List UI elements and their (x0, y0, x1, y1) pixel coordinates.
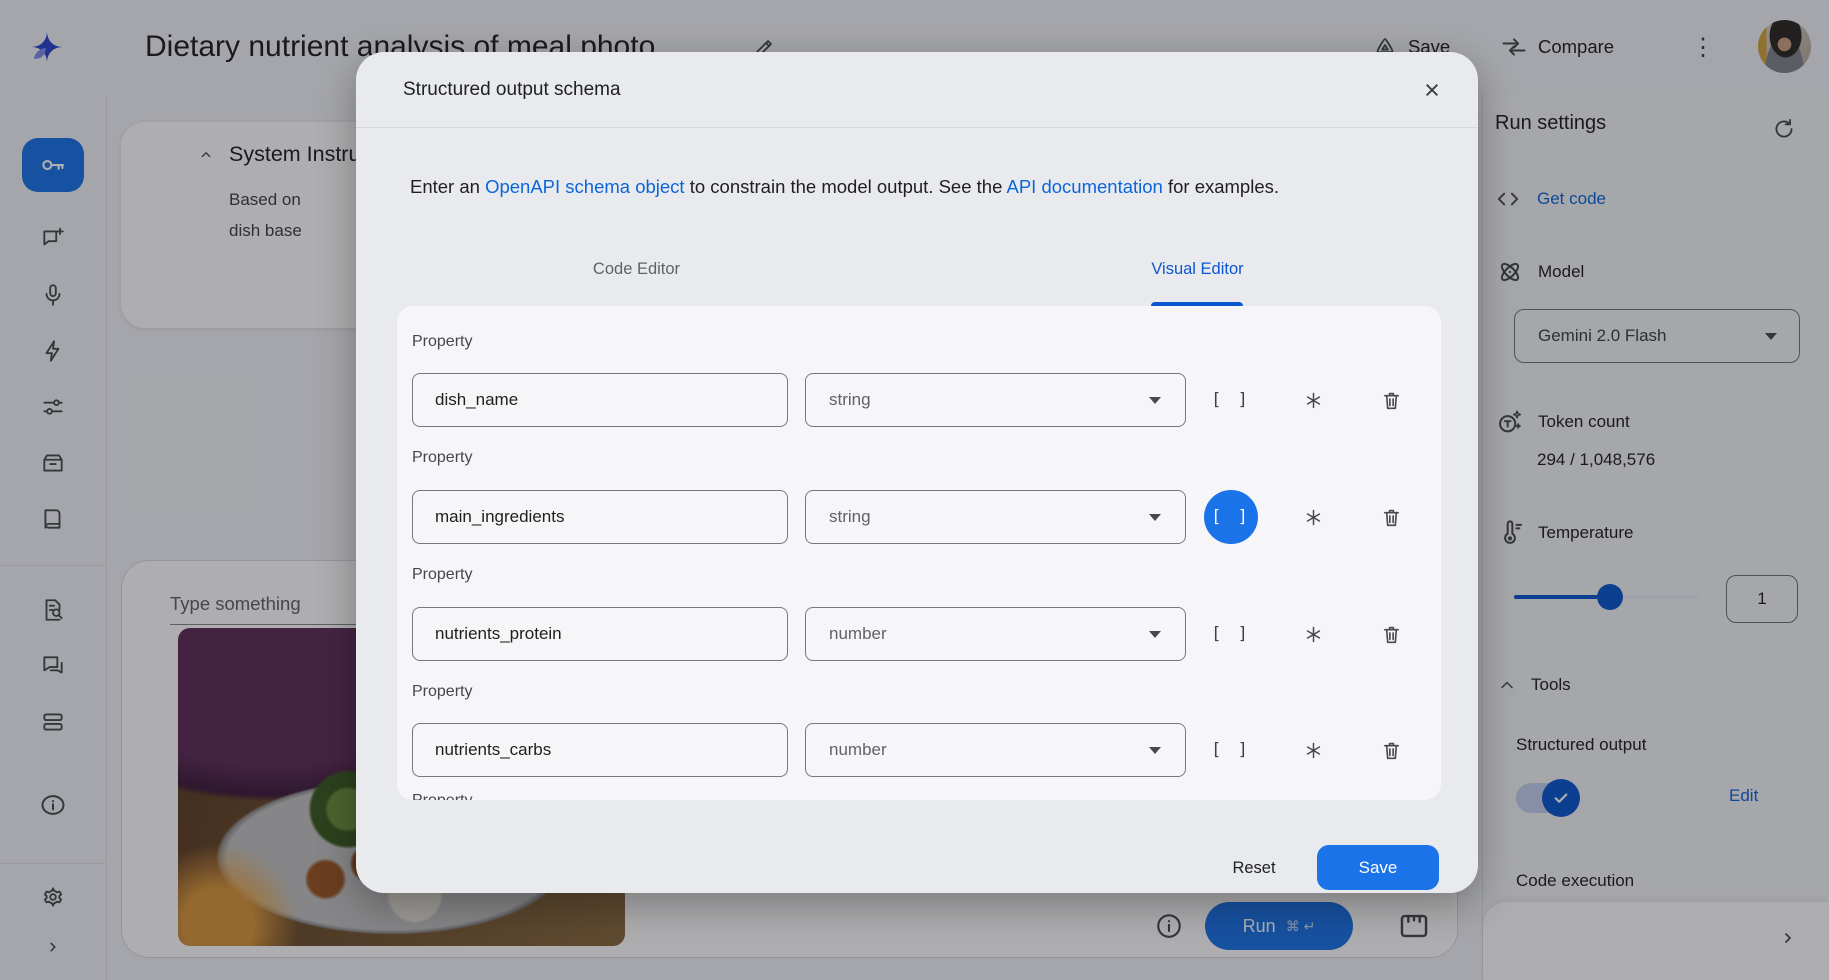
chevron-down-icon (1149, 514, 1161, 521)
property-type-select[interactable]: number (805, 607, 1186, 661)
chevron-down-icon (1149, 397, 1161, 404)
brackets-icon: [ ] (1211, 507, 1251, 527)
property-name-input[interactable] (412, 723, 788, 777)
chevron-down-icon (1149, 747, 1161, 754)
property-label: Property (412, 333, 472, 351)
structured-output-schema-dialog: Structured output schema × Enter an Open… (356, 52, 1478, 893)
dialog-description: Enter an OpenAPI schema object to constr… (410, 176, 1430, 198)
asterisk-icon (1303, 624, 1324, 645)
tab-visual-editor[interactable]: Visual Editor (917, 232, 1478, 306)
dialog-title: Structured output schema (403, 79, 621, 101)
property-label: Property (412, 683, 472, 701)
delete-property-button[interactable] (1364, 490, 1418, 544)
openapi-schema-link[interactable]: OpenAPI schema object (485, 176, 685, 197)
property-label-clipped: Property (412, 792, 472, 800)
brackets-icon: [ ] (1211, 390, 1251, 410)
tab-code-editor[interactable]: Code Editor (356, 232, 917, 306)
brackets-icon: [ ] (1211, 740, 1251, 760)
trash-icon (1380, 739, 1403, 762)
property-type-value: number (829, 624, 887, 644)
trash-icon (1380, 506, 1403, 529)
array-toggle-button[interactable]: [ ] (1204, 373, 1258, 427)
array-toggle-button-active[interactable]: [ ] (1204, 490, 1258, 544)
property-type-value: number (829, 740, 887, 760)
chevron-down-icon (1149, 631, 1161, 638)
close-icon[interactable]: × (1416, 74, 1448, 106)
trash-icon (1380, 389, 1403, 412)
required-toggle-button[interactable] (1286, 490, 1340, 544)
property-type-select[interactable]: string (805, 373, 1186, 427)
delete-property-button[interactable] (1364, 723, 1418, 777)
api-documentation-link[interactable]: API documentation (1007, 176, 1163, 197)
brackets-icon: [ ] (1211, 624, 1251, 644)
editor-tabs: Code Editor Visual Editor (356, 232, 1478, 306)
required-toggle-button[interactable] (1286, 723, 1340, 777)
trash-icon (1380, 623, 1403, 646)
property-label: Property (412, 449, 472, 467)
array-toggle-button[interactable]: [ ] (1204, 607, 1258, 661)
asterisk-icon (1303, 390, 1324, 411)
required-toggle-button[interactable] (1286, 607, 1340, 661)
property-label: Property (412, 566, 472, 584)
asterisk-icon (1303, 740, 1324, 761)
required-toggle-button[interactable] (1286, 373, 1340, 427)
delete-property-button[interactable] (1364, 373, 1418, 427)
asterisk-icon (1303, 507, 1324, 528)
delete-property-button[interactable] (1364, 607, 1418, 661)
dialog-header: Structured output schema × (356, 52, 1478, 128)
property-name-input[interactable] (412, 373, 788, 427)
property-type-value: string (829, 390, 871, 410)
property-name-input[interactable] (412, 607, 788, 661)
save-schema-button[interactable]: Save (1317, 845, 1439, 890)
reset-button[interactable]: Reset (1214, 852, 1294, 884)
visual-editor-panel[interactable]: Property string [ ] Property string [ ] (397, 306, 1441, 800)
property-type-select[interactable]: string (805, 490, 1186, 544)
property-name-input[interactable] (412, 490, 788, 544)
property-type-select[interactable]: number (805, 723, 1186, 777)
array-toggle-button[interactable]: [ ] (1204, 723, 1258, 777)
property-type-value: string (829, 507, 871, 527)
